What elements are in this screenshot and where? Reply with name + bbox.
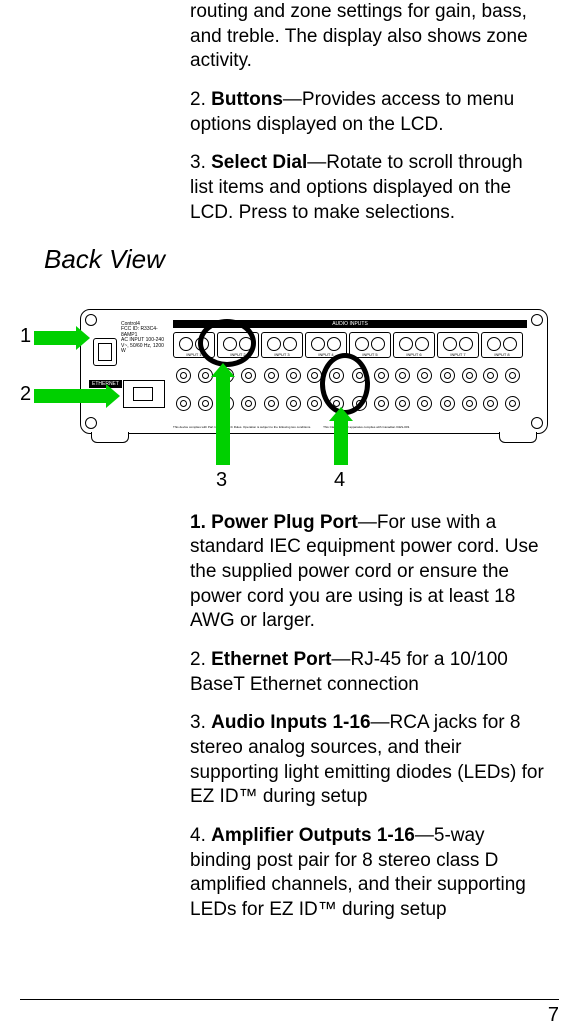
highlight-circle <box>198 319 256 367</box>
item-title: Audio Inputs 1-16 <box>211 712 370 733</box>
list-item: 3. Select Dial—Rotate to scroll through … <box>190 151 549 225</box>
item-title: Select Dial <box>211 152 307 173</box>
back-panel-list: 1. Power Plug Port—For use with a standa… <box>190 511 549 923</box>
ethernet-port-icon <box>123 380 165 408</box>
callout-arrow-icon <box>34 389 106 403</box>
list-item: 2. Buttons—Provides access to menu optio… <box>190 88 549 137</box>
rca-pair: INPUT 7 <box>437 332 479 358</box>
item-number: 3. <box>190 152 211 173</box>
item-title: Power Plug Port <box>211 512 358 533</box>
callout-number: 3 <box>216 469 227 492</box>
item-title: Ethernet Port <box>211 649 331 670</box>
rca-pair: INPUT 3 <box>261 332 303 358</box>
iec-power-port-icon <box>93 338 117 366</box>
item-number: 2. <box>190 649 211 670</box>
front-panel-list: routing and zone settings for gain, bass… <box>190 0 549 226</box>
list-item: routing and zone settings for gain, bass… <box>190 0 549 74</box>
amp-back-panel: Control4 FCC ID: R33C4-8AMP1 AC INPUT 10… <box>80 309 548 434</box>
rca-pair: INPUT 6 <box>393 332 435 358</box>
list-item: 2. Ethernet Port—RJ-45 for a 10/100 Base… <box>190 648 549 697</box>
item-title: Amplifier Outputs 1-16 <box>211 825 415 846</box>
page-number: 7 <box>548 1004 559 1026</box>
item-number: 3. <box>190 712 211 733</box>
rca-pair: INPUT 8 <box>481 332 523 358</box>
item-number: 1. <box>190 512 211 533</box>
callout-number: 1 <box>20 325 31 348</box>
back-view-figure: Control4 FCC ID: R33C4-8AMP1 AC INPUT 10… <box>20 295 560 495</box>
list-item: 3. Audio Inputs 1-16—RCA jacks for 8 ste… <box>190 711 549 810</box>
list-item: 4. Amplifier Outputs 1-16—5-way binding … <box>190 824 549 923</box>
callout-arrow-icon <box>216 377 230 465</box>
item-text: routing and zone settings for gain, bass… <box>190 1 528 71</box>
page-footer: 7 <box>20 999 559 1027</box>
page: routing and zone settings for gain, bass… <box>0 0 579 1035</box>
rca-pair: INPUT 5 <box>349 332 391 358</box>
content: routing and zone settings for gain, bass… <box>0 0 579 923</box>
item-title: Buttons <box>211 89 283 110</box>
panel-brand-label: Control4 FCC ID: R33C4-8AMP1 AC INPUT 10… <box>121 322 165 355</box>
section-title-back-view: Back View <box>44 244 559 275</box>
callout-arrow-icon <box>34 331 76 345</box>
item-number: 4. <box>190 825 211 846</box>
list-item: 1. Power Plug Port—For use with a standa… <box>190 511 549 634</box>
callout-number: 2 <box>20 383 31 406</box>
highlight-circle <box>320 353 370 415</box>
callout-number: 4 <box>334 469 345 492</box>
callout-arrow-icon <box>334 421 348 465</box>
item-number: 2. <box>190 89 211 110</box>
